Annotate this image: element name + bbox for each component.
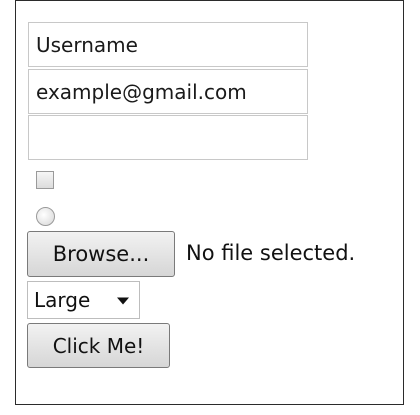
- file-status-text: No file selected.: [186, 241, 356, 265]
- size-select-value: Large: [34, 288, 91, 312]
- radio-button[interactable]: [36, 207, 55, 226]
- empty-field[interactable]: [28, 115, 308, 160]
- browse-button[interactable]: Browse...: [27, 231, 175, 277]
- checkbox[interactable]: [36, 171, 54, 189]
- size-select[interactable]: Large: [27, 281, 140, 319]
- email-value: example@gmail.com: [36, 79, 247, 104]
- username-field[interactable]: Username: [28, 22, 308, 67]
- form-container: Username example@gmail.com Browse... No …: [15, 0, 404, 405]
- username-value: Username: [36, 32, 138, 57]
- browse-button-label: Browse...: [52, 242, 150, 266]
- click-me-button-label: Click Me!: [52, 333, 145, 358]
- email-field[interactable]: example@gmail.com: [28, 69, 308, 114]
- chevron-down-icon: [117, 297, 129, 305]
- click-me-button[interactable]: Click Me!: [27, 323, 170, 368]
